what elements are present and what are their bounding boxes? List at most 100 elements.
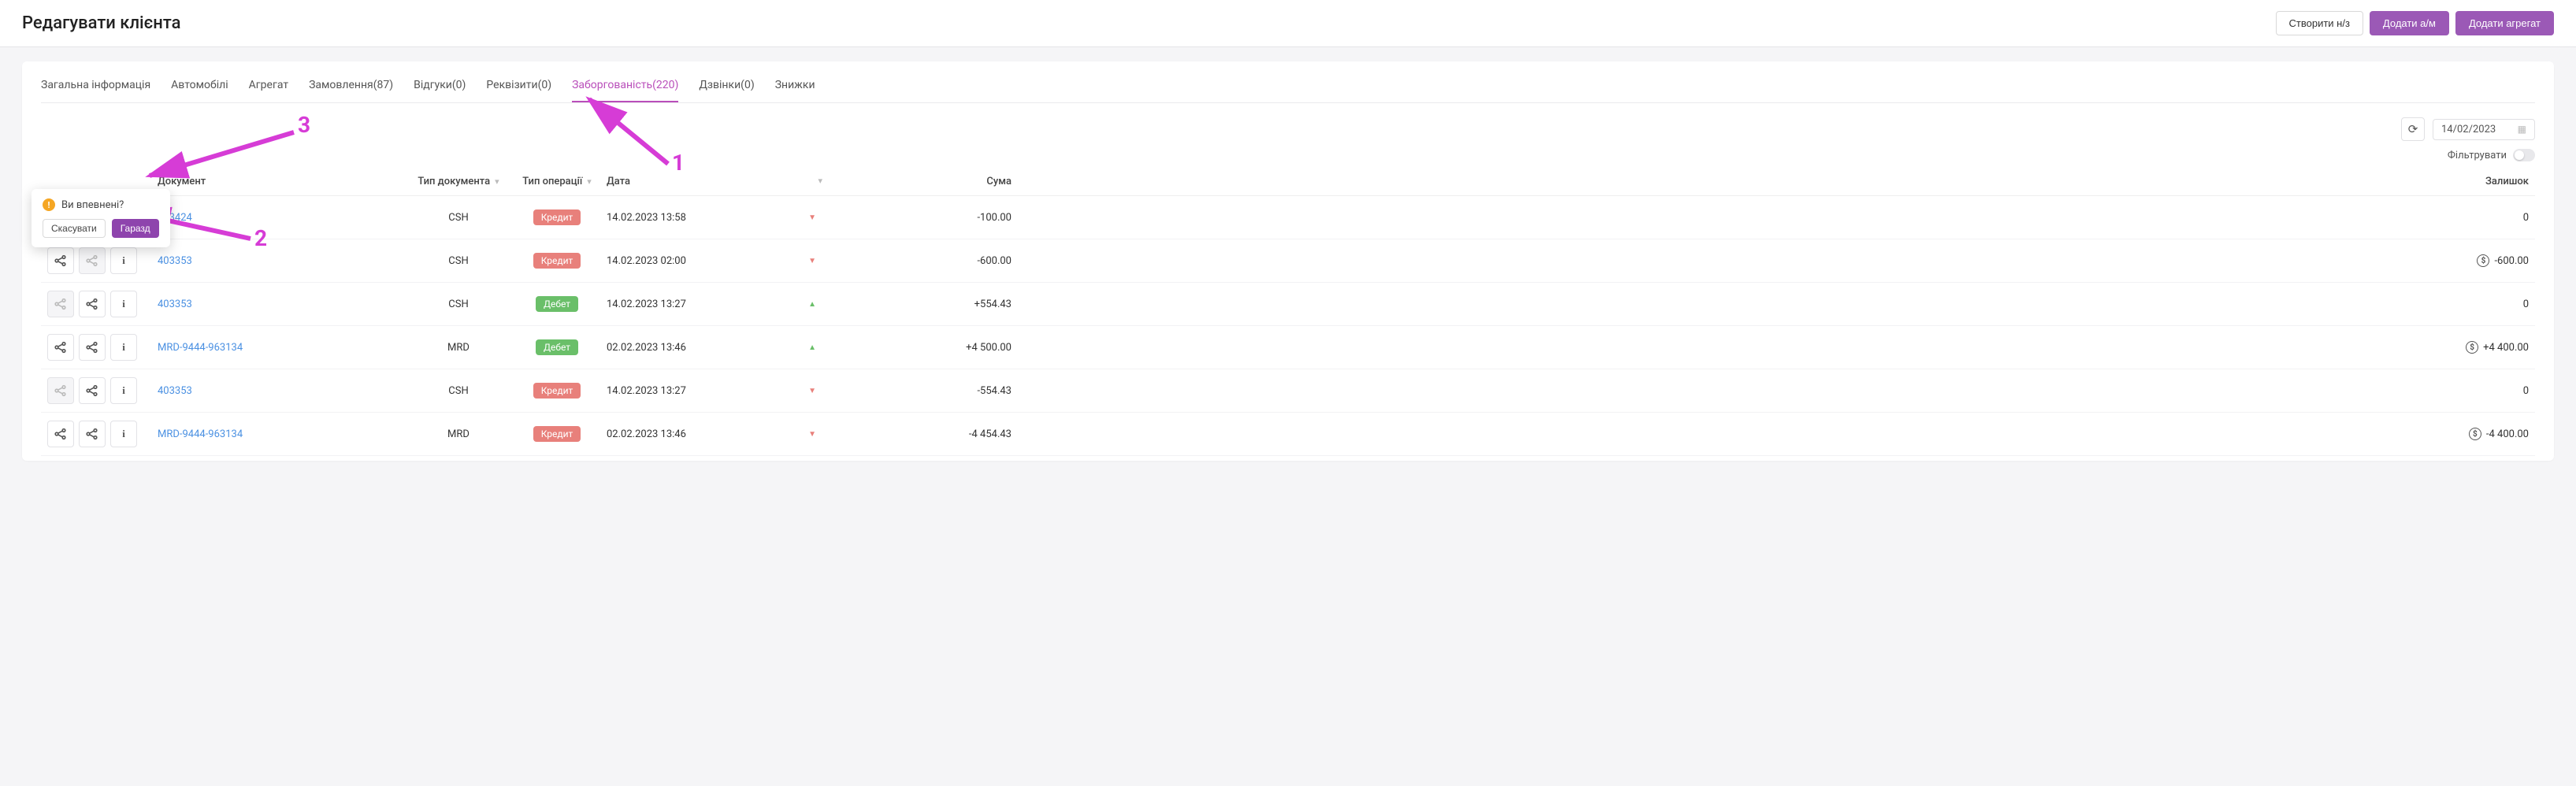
doc-type-cell: MRD bbox=[403, 413, 514, 456]
balance-cell: $-4 400.00 bbox=[1018, 413, 2535, 456]
create-order-button[interactable]: Створити н/з bbox=[2276, 11, 2363, 35]
row-action-node-1[interactable] bbox=[47, 247, 74, 274]
caret-up-icon: ▲ bbox=[808, 343, 816, 352]
balance-cell: 0 bbox=[1018, 196, 2535, 239]
tab[interactable]: Реквізити(0) bbox=[486, 79, 551, 102]
filter-label: Фільтрувати bbox=[2448, 150, 2507, 161]
sum-cell: -600.00 bbox=[844, 239, 1018, 283]
row-action-node-2[interactable] bbox=[79, 421, 106, 447]
op-badge: Кредит bbox=[533, 253, 581, 269]
filter-toggle[interactable] bbox=[2513, 149, 2535, 161]
confirm-popover: ! Ви впевнені? Скасувати Гаразд bbox=[32, 189, 170, 247]
sum-cell: -100.00 bbox=[844, 196, 1018, 239]
row-action-node-2[interactable] bbox=[79, 377, 106, 404]
row-action-node-1[interactable] bbox=[47, 334, 74, 361]
annotation-2: 2 bbox=[254, 225, 267, 251]
sum-cell: -4 454.43 bbox=[844, 413, 1018, 456]
row-action-info[interactable]: i bbox=[110, 334, 137, 361]
annotation-1: 1 bbox=[672, 150, 685, 176]
document-link[interactable]: 403353 bbox=[158, 255, 192, 267]
row-action-info[interactable]: i bbox=[110, 377, 137, 404]
doc-type-cell: CSH bbox=[403, 239, 514, 283]
popover-title: ! Ви впевнені? bbox=[43, 198, 159, 211]
row-action-node-2[interactable] bbox=[79, 334, 106, 361]
add-aggregate-button[interactable]: Додати агрегат bbox=[2455, 11, 2554, 35]
date-cell: 14.02.2023 02:00▼ bbox=[600, 239, 844, 283]
document-link[interactable]: MRD-9444-963134 bbox=[158, 342, 243, 354]
col-doc-type: Тип документа▾ bbox=[403, 168, 514, 196]
col-balance: Залишок bbox=[1018, 168, 2535, 196]
doc-type-cell: CSH bbox=[403, 196, 514, 239]
refresh-icon: ⟳ bbox=[2408, 122, 2418, 136]
caret-down-icon: ▼ bbox=[808, 430, 816, 439]
debt-table: Документ Тип документа▾ Тип операції▾ Да… bbox=[41, 168, 2535, 456]
row-action-node-1 bbox=[47, 291, 74, 317]
row-action-info[interactable]: i bbox=[110, 291, 137, 317]
table-row: i MRD-9444-963134 MRD Кредит 02.02.2023 13:4… bbox=[41, 413, 2535, 456]
tab[interactable]: Дзвінки(0) bbox=[699, 79, 754, 102]
table-row: i 403353 CSH Кредит 14.02.2023 02:00▼-600.00… bbox=[41, 239, 2535, 283]
add-car-button[interactable]: Додати а/м bbox=[2370, 11, 2449, 35]
op-badge: Дебет bbox=[536, 296, 578, 312]
tab[interactable]: Загальна інформація bbox=[41, 79, 150, 102]
caret-down-icon: ▼ bbox=[808, 257, 816, 265]
row-action-info[interactable]: i bbox=[110, 421, 137, 447]
main-card: Загальна інформація Автомобілі Агрегат Замо… bbox=[22, 61, 2554, 461]
col-op-type: Тип операції▾ bbox=[514, 168, 600, 196]
table-row: i403353CSHДебет14.02.2023 13:27▲+554.430 bbox=[41, 283, 2535, 326]
warning-icon: ! bbox=[43, 198, 55, 211]
cash-icon: $ bbox=[2469, 428, 2481, 440]
date-input[interactable]: 14/02/2023 ▦ bbox=[2433, 119, 2535, 140]
op-badge: Кредит bbox=[533, 209, 581, 225]
page-title: Редагувати клієнта bbox=[22, 13, 180, 33]
sum-cell: -554.43 bbox=[844, 369, 1018, 413]
date-cell: 14.02.2023 13:27▲ bbox=[600, 283, 844, 326]
balance-cell: 0 bbox=[1018, 369, 2535, 413]
filter-icon[interactable]: ▾ bbox=[818, 176, 822, 186]
filter-icon[interactable]: ▾ bbox=[587, 176, 592, 187]
date-cell: 02.02.2023 13:46▼ bbox=[600, 413, 844, 456]
doc-type-cell: CSH bbox=[403, 369, 514, 413]
filter-row: Фільтрувати bbox=[41, 149, 2535, 161]
op-badge: Кредит bbox=[533, 383, 581, 399]
op-badge: Дебет bbox=[536, 339, 578, 355]
sum-cell: +554.43 bbox=[844, 283, 1018, 326]
tab[interactable]: Заборгованість(220) bbox=[572, 79, 678, 102]
caret-down-icon: ▼ bbox=[808, 213, 816, 222]
tab[interactable]: Автомобілі bbox=[171, 79, 228, 102]
col-document: Документ bbox=[151, 168, 403, 196]
document-link[interactable]: 403353 bbox=[158, 298, 192, 310]
date-cell: 14.02.2023 13:27▼ bbox=[600, 369, 844, 413]
row-action-node-1[interactable] bbox=[47, 421, 74, 447]
date-cell: 14.02.2023 13:58▼ bbox=[600, 196, 844, 239]
sum-cell: +4 500.00 bbox=[844, 326, 1018, 369]
table-row: i403424CSHКредит14.02.2023 13:58▼-100.00… bbox=[41, 196, 2535, 239]
balance-cell: $-600.00 bbox=[1018, 239, 2535, 283]
table-row: i MRD-9444-963134 MRD Дебет 02.02.2023 13:46… bbox=[41, 326, 2535, 369]
toolbar: ⟳ 14/02/2023 ▦ bbox=[41, 117, 2535, 141]
tab[interactable]: Знижки bbox=[775, 79, 815, 102]
doc-type-cell: MRD bbox=[403, 326, 514, 369]
tab[interactable]: Агрегат bbox=[249, 79, 288, 102]
caret-down-icon: ▼ bbox=[808, 387, 816, 395]
tab[interactable]: Відгуки(0) bbox=[414, 79, 466, 102]
balance-cell: $+4 400.00 bbox=[1018, 326, 2535, 369]
col-sum: Сума bbox=[844, 168, 1018, 196]
popover-ok-button[interactable]: Гаразд bbox=[112, 219, 159, 238]
caret-up-icon: ▲ bbox=[808, 300, 816, 309]
row-action-node-2[interactable] bbox=[79, 291, 106, 317]
op-badge: Кредит bbox=[533, 426, 581, 442]
popover-cancel-button[interactable]: Скасувати bbox=[43, 219, 106, 238]
balance-cell: 0 bbox=[1018, 283, 2535, 326]
document-link[interactable]: MRD-9444-963134 bbox=[158, 428, 243, 440]
tab[interactable]: Замовлення(87) bbox=[309, 79, 393, 102]
page-header: Редагувати клієнта Створити н/з Додати а… bbox=[0, 0, 2576, 47]
document-link[interactable]: 403353 bbox=[158, 385, 192, 397]
col-date: Дата ▾ bbox=[600, 168, 844, 196]
row-action-info[interactable]: i bbox=[110, 247, 137, 274]
refresh-button[interactable]: ⟳ bbox=[2401, 117, 2425, 141]
cash-icon: $ bbox=[2466, 341, 2478, 354]
date-cell: 02.02.2023 13:46▲ bbox=[600, 326, 844, 369]
date-value: 14/02/2023 bbox=[2441, 124, 2496, 135]
filter-icon[interactable]: ▾ bbox=[495, 176, 499, 187]
